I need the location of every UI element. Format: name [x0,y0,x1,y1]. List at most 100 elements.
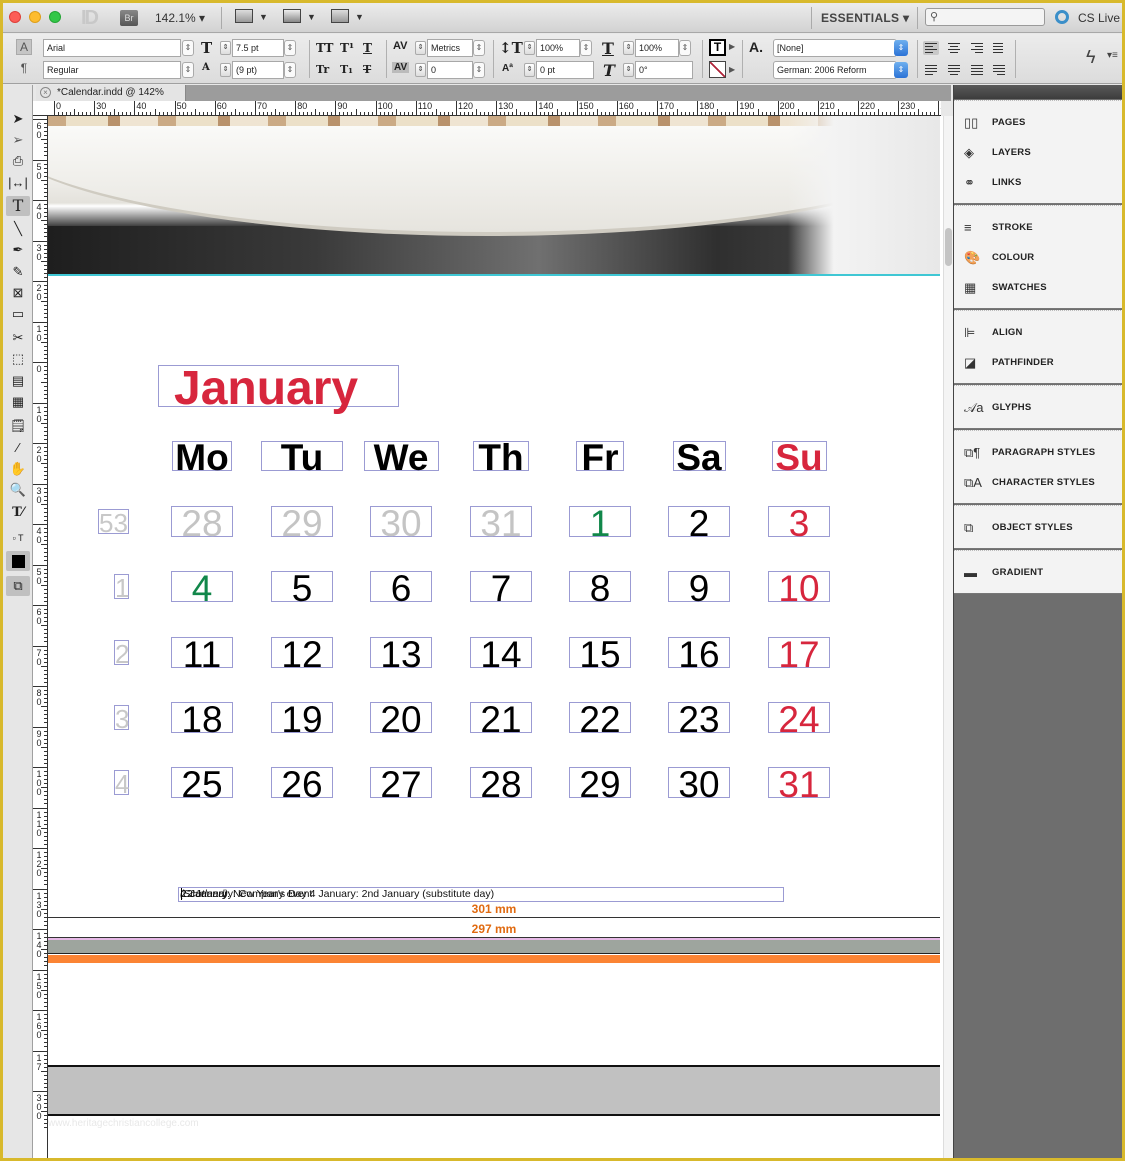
panel-colour[interactable]: 🎨 COLOUR [954,243,1122,273]
weekday-header-su[interactable]: Su [771,438,827,478]
week-number[interactable]: 1 [114,573,129,603]
vertical-ruler[interactable]: 60 50 40 30 20 10 0 10 20 30 40 50 60 70 80 90 100 110 120… [33,116,48,1158]
type-tool[interactable]: T [6,196,30,216]
character-formatting-mode-button[interactable]: A [16,39,32,55]
day-cell[interactable]: 9 [668,569,730,609]
kerning-field[interactable]: Metrics [427,39,473,57]
week-number[interactable]: 3 [114,704,129,734]
weekday-header-tu[interactable]: Tu [261,438,343,478]
day-cell[interactable]: 13 [370,635,432,675]
weekday-header-sa[interactable]: Sa [672,438,726,478]
day-cell[interactable]: 29 [271,504,333,544]
day-cell[interactable]: 19 [271,700,333,740]
weekday-header-we[interactable]: We [363,438,439,478]
gradient-feather-tool[interactable]: ▦ [6,392,30,412]
panel-links[interactable]: ⚭ LINKS [954,168,1122,198]
justify-right-button[interactable] [991,63,1007,77]
skew-stepper[interactable]: ⇕ [623,63,634,77]
vertical-scale-dropdown[interactable]: ⇕ [580,40,592,56]
weekday-header-th[interactable]: Th [473,438,529,478]
day-cell[interactable]: 20 [370,700,432,740]
workspace-switcher[interactable]: ESSENTIALS ▾ [821,11,909,25]
view-options-button[interactable] [235,9,255,25]
day-cell[interactable]: 8 [569,569,631,609]
align-towards-spine-button[interactable] [991,41,1007,55]
cs-live-button[interactable]: CS Live [1078,11,1120,25]
day-cell[interactable]: 28 [470,765,532,805]
panel-object-styles[interactable]: ⧉ OBJECT STYLES [954,513,1122,543]
arrange-documents-button[interactable] [331,9,351,25]
font-size-dropdown[interactable]: ⇕ [284,40,296,56]
page-tool[interactable]: ⎙ [6,151,30,171]
bridge-button[interactable]: Br [120,10,138,26]
day-cell[interactable]: 30 [668,765,730,805]
screen-mode-button[interactable] [283,9,303,25]
justify-left-button[interactable] [923,63,939,77]
horizontal-scale-field[interactable]: 100% [635,39,679,57]
font-family-field[interactable]: Arial [43,39,181,57]
day-cell[interactable]: 1 [569,504,631,544]
day-cell[interactable]: 28 [171,504,233,544]
chevron-right-icon[interactable]: ▶ [729,65,735,74]
day-cell[interactable]: 31 [470,504,532,544]
panel-pages[interactable]: ▯▯ PAGES [954,108,1122,138]
close-tab-icon[interactable]: × [40,87,51,98]
baseline-shift-stepper[interactable]: ⇕ [524,63,535,77]
weekday-header-fr[interactable]: Fr [576,438,624,478]
scissors-tool[interactable]: ✂ [6,328,30,348]
font-family-dropdown[interactable]: ⇕ [182,40,194,56]
superscript-button[interactable]: T¹ [340,41,354,55]
rectangle-tool[interactable]: ▭ [6,304,30,324]
document-tab[interactable]: × *Calendar.indd @ 142% [36,85,186,101]
fill-stroke-swatch[interactable]: T⁄ [6,503,30,523]
tracking-dropdown[interactable]: ⇕ [473,62,485,78]
day-cell[interactable]: 5 [271,569,333,609]
pen-tool[interactable]: ✒ [6,240,30,260]
selection-tool[interactable]: ➤ [6,109,30,129]
day-cell[interactable]: 31 [768,765,830,805]
day-cell[interactable]: 29 [569,765,631,805]
month-title-frame[interactable]: January [158,362,399,415]
day-cell[interactable]: 21 [470,700,532,740]
horizontal-scale-stepper[interactable]: ⇕ [623,41,634,55]
panel-menu-icon[interactable]: ▾≡ [1107,50,1118,61]
note-tool[interactable]: 🗒 [6,416,30,436]
leading-stepper[interactable]: ⇕ [220,63,231,77]
panel-layers[interactable]: ◈ LAYERS [954,138,1122,168]
justify-center-button[interactable] [946,63,962,77]
vertical-scrollbar[interactable] [943,116,953,1158]
paragraph-formatting-mode-button[interactable]: ¶ [16,61,32,77]
header-photo[interactable] [48,116,940,276]
day-cell[interactable]: 25 [171,765,233,805]
quick-apply-icon[interactable]: ϟ [1086,47,1096,68]
horizontal-ruler[interactable]: 0 30 40 50 60 70 80 90 100 110 120 130 140 150 160 170 1… [36,101,941,116]
line-tool[interactable]: ╲ [6,219,30,239]
font-style-field[interactable]: Regular [43,61,181,79]
rectangle-frame-tool[interactable]: ⊠ [6,283,30,303]
language-dropdown[interactable]: German: 2006 Reform [773,61,897,79]
panel-align[interactable]: ⊫ ALIGN [954,318,1122,348]
panel-character-styles[interactable]: ⧉A CHARACTER STYLES [954,468,1122,498]
panel-paragraph-styles[interactable]: ⧉¶ PARAGRAPH STYLES [954,438,1122,468]
apply-color-button[interactable] [6,551,30,571]
formatting-affects-text-button[interactable]: ▫ T [6,528,30,548]
day-cell[interactable]: 30 [370,504,432,544]
leading-dropdown[interactable]: ⇕ [284,62,296,78]
events-text-frame[interactable]: 1 January: New Year's Day 4 January: 2nd… [178,887,784,902]
week-number[interactable]: 53 [98,508,129,538]
day-cell[interactable]: 18 [171,700,233,740]
font-style-dropdown[interactable]: ⇕ [182,62,194,78]
free-transform-tool[interactable]: ⬚ [6,349,30,369]
day-cell[interactable]: 3 [768,504,830,544]
vertical-scale-field[interactable]: 100% [536,39,580,57]
day-cell[interactable]: 16 [668,635,730,675]
baseline-shift-field[interactable]: 0 pt [536,61,594,79]
week-number[interactable]: 4 [114,769,129,799]
panel-dock-header[interactable] [954,85,1122,99]
all-caps-button[interactable]: TT [316,41,333,55]
hand-tool[interactable]: ✋ [6,459,30,479]
zoom-tool[interactable]: 🔍 [6,480,30,500]
kerning-dropdown[interactable]: ⇕ [473,40,485,56]
align-right-button[interactable] [969,41,985,55]
gradient-swatch-tool[interactable]: ▤ [6,371,30,391]
